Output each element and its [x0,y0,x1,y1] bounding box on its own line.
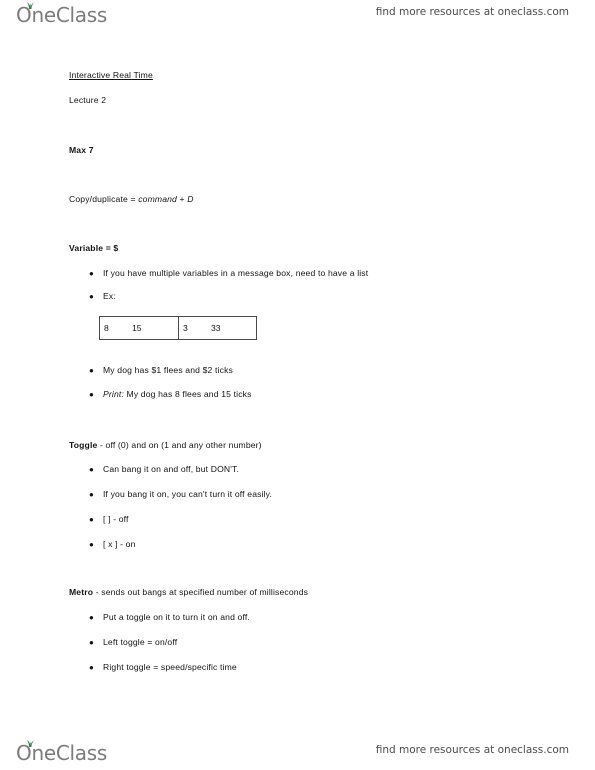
table-cell-1-value-2: 15 [132,323,142,333]
shortcut-key-command: command [138,194,177,204]
list-item: ● My dog has $1 flees and $2 ticks [89,365,233,376]
bullet-icon: ● [89,390,94,399]
list-item-label: Right toggle = speed/specific time [103,662,237,672]
list-item-label: Ex: [103,291,116,301]
list-item: ● Put a toggle on it to turn it on and o… [89,612,250,623]
list-item: ● [ x ] - on [89,539,136,550]
list-item: ● Left toggle = on/off [89,637,177,648]
bullet-icon: ● [89,465,94,474]
section-heading-toggle: Toggle - off (0) and on (1 and any other… [69,440,262,451]
list-item: ● [ ] - off [89,514,129,525]
list-item-label: My dog has $1 flees and $2 ticks [103,365,233,375]
bullet-icon: ● [89,292,94,301]
table-cell-1: 8 15 [100,317,178,339]
section-heading-metro-rest: - sends out bangs at specified number of… [93,587,309,597]
bullet-icon: ● [89,366,94,375]
brand-mark: OneClass [16,740,112,768]
list-item: ● If you bang it on, you can't turn it o… [89,489,272,500]
list-item-label: Left toggle = on/off [103,637,178,647]
bullet-icon: ● [89,269,94,278]
bullet-icon: ● [89,638,94,647]
section-heading-toggle-rest: - off (0) and on (1 and any other number… [97,440,262,450]
list-item-label: Print: My dog has 8 flees and 15 ticks [103,389,252,400]
list-item: ● Can bang it on and off, but DON'T. [89,464,239,475]
software-heading: Max 7 [69,145,94,155]
shortcut-key-d: D [187,194,194,204]
variable-list-table: 8 15 3 33 [99,316,257,340]
document-body: Interactive Real Time Lecture 2 Max 7 Co… [0,0,595,770]
document-subtitle: Lecture 2 [69,95,107,105]
section-heading-toggle-label: Toggle [69,440,98,450]
list-item-label: Put a toggle on it to turn it on and off… [103,612,250,622]
document-title: Interactive Real Time [69,70,153,80]
shortcut-line: Copy/duplicate = command + D [69,194,194,205]
list-item-label: [ x ] - on [103,539,136,549]
section-heading-variable: Variable = $ [69,243,119,253]
list-item-label: If you have multiple variables in a mess… [103,268,369,278]
list-item: ● Ex: [89,291,116,302]
bullet-icon: ● [89,540,94,549]
bullet-icon: ● [89,490,94,499]
bullet-icon: ● [89,515,94,524]
shortcut-prefix: Copy/duplicate = [69,194,139,204]
brand-name-text: OneClass [16,741,107,765]
oneclass-logo-footer: OneClass [16,740,112,770]
table-cell-2: 3 33 [178,317,256,339]
table-cell-2-value-2: 33 [211,323,221,333]
table-cell-1-value-1: 8 [104,323,109,333]
page-footer: OneClass find more resources at oneclass… [0,728,595,768]
list-item: ● Print: My dog has 8 flees and 15 ticks [89,389,252,400]
bullet-icon: ● [89,663,94,672]
list-item-label: If you bang it on, you can't turn it off… [103,489,273,499]
shortcut-plus: + [177,194,188,204]
print-sentence: My dog has 8 flees and 15 ticks [123,389,252,399]
section-heading-metro-label: Metro [69,587,94,597]
table-cell-2-value-1: 3 [183,323,188,333]
list-item: ● If you have multiple variables in a me… [89,268,368,279]
list-item: ● Right toggle = speed/specific time [89,662,237,673]
print-keyword: Print: [103,389,124,399]
section-heading-metro: Metro - sends out bangs at specified num… [69,587,308,598]
list-item-label: Can bang it on and off, but DON'T. [103,464,240,474]
list-item-label: [ ] - off [103,514,129,524]
footer-tagline: find more resources at oneclass.com [375,744,569,756]
bullet-icon: ● [89,613,94,622]
